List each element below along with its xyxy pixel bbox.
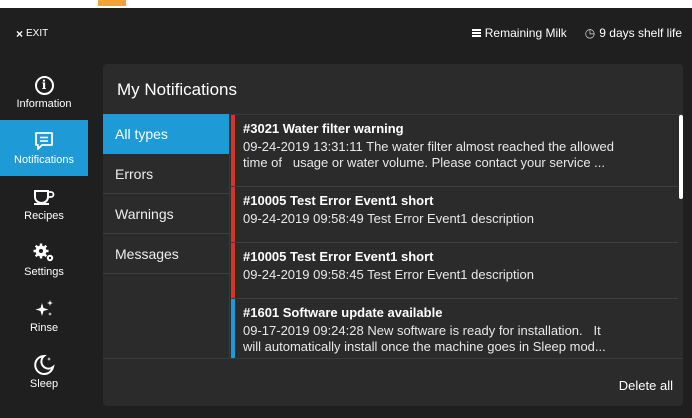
notification-title: #3021 Water filter warning [243,121,404,136]
notification-list[interactable]: #3021 Water filter warning 09-24-2019 13… [231,115,678,358]
machine-screen: × EXIT Remaining Milk ◷ 9 days shelf lif… [0,8,692,418]
sparkle-icon [35,300,53,316]
severity-bar [231,187,235,242]
exit-button[interactable]: × EXIT [16,26,49,41]
notification-desc: 09-24-2019 09:58:45 Test Error Event1 de… [243,267,534,282]
filter-all-types[interactable]: All types [103,114,229,154]
list-item[interactable]: #3021 Water filter warning 09-24-2019 13… [231,115,678,187]
gears-icon [33,243,54,262]
panel-title: My Notifications [117,80,237,99]
remaining-milk[interactable]: Remaining Milk [471,26,567,40]
sidebar-item-label: Rinse [29,322,59,334]
divider [103,358,683,359]
status-area: Remaining Milk ◷ 9 days shelf life [471,26,682,40]
sidebar-item-notifications[interactable]: Notifications [0,120,88,176]
filter-list: All types Errors Warnings Messages [103,114,230,358]
severity-bar [231,299,235,358]
timer-icon: ◷ [584,26,596,40]
notification-desc: 09-17-2019 09:24:28 New software is read… [243,323,606,354]
severity-bar [231,243,235,298]
sidebar-item-label: Recipes [24,210,64,222]
list-item[interactable]: #10005 Test Error Event1 short 09-24-201… [231,187,678,243]
notification-desc: 09-24-2019 13:31:11 The water filter alm… [243,139,614,170]
shelf-life-label: 9 days shelf life [599,26,682,40]
sidebar-item-settings[interactable]: Settings [0,232,88,288]
level-icon [471,29,481,37]
notifications-icon [35,132,53,150]
notification-title: #10005 Test Error Event1 short [243,249,434,264]
shelf-life: ◷ 9 days shelf life [585,26,682,40]
orange-tab-indicator [98,0,126,6]
delete-all-button[interactable]: Delete all [619,378,673,393]
cup-icon [34,190,55,205]
sidebar-item-label: Sleep [29,378,59,390]
notification-title: #1601 Software update available [243,305,443,320]
list-item[interactable]: #10005 Test Error Event1 short 09-24-201… [231,243,678,299]
remaining-milk-label: Remaining Milk [484,26,567,40]
sidebar-item-rinse[interactable]: Rinse [0,288,88,344]
sidebar-item-label: Notifications [14,154,74,166]
sidebar: i Information Notifications Recipes Sett… [0,64,88,396]
scrollbar[interactable] [679,115,683,199]
sidebar-item-information[interactable]: i Information [0,64,88,120]
close-icon: × [16,26,24,41]
filter-errors[interactable]: Errors [103,154,229,194]
info-icon: i [34,75,54,95]
notifications-panel: My Notifications All types Errors Warnin… [103,64,683,406]
sidebar-item-sleep[interactable]: Sleep [0,344,88,400]
filter-warnings[interactable]: Warnings [103,194,229,234]
list-item[interactable]: #1601 Software update available 09-17-20… [231,299,678,358]
filter-messages[interactable]: Messages [103,234,229,274]
sidebar-item-recipes[interactable]: Recipes [0,176,88,232]
top-bar: × EXIT Remaining Milk ◷ 9 days shelf lif… [0,8,692,60]
notification-desc: 09-24-2019 09:58:49 Test Error Event1 de… [243,211,534,226]
sidebar-item-label: Information [16,98,72,110]
severity-bar [231,115,235,186]
exit-label: EXIT [26,28,49,39]
moon-icon [34,354,55,375]
sidebar-item-label: Settings [24,266,64,278]
notification-title: #10005 Test Error Event1 short [243,193,434,208]
